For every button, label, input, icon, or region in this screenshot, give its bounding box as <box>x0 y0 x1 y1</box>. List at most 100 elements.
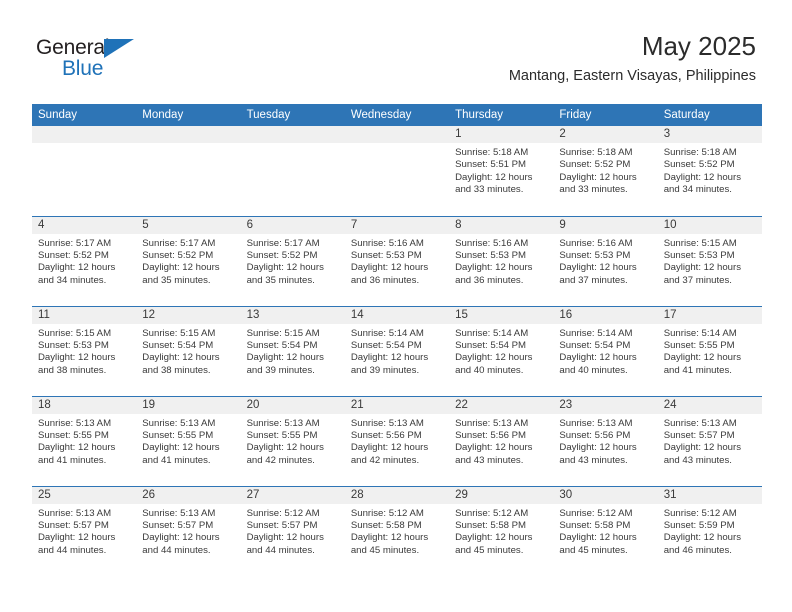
sunrise-time: Sunrise: 5:12 AM <box>663 507 737 519</box>
day-details: Sunrise: 5:12 AM Sunset: 5:58 PM Daylight:… <box>449 504 553 558</box>
sunset-time: Sunset: 5:55 PM <box>142 429 214 441</box>
calendar-day-cell[interactable]: 12 Sunrise: 5:15 AM Sunset: 5:54 PM Dayligh… <box>136 305 241 396</box>
sunset-time: Sunset: 5:53 PM <box>350 249 422 261</box>
day-number: 7 <box>344 216 450 234</box>
calendar-day-cell[interactable]: 8 Sunrise: 5:16 AM Sunset: 5:53 PM Daylight… <box>449 215 554 306</box>
sunset-time: Sunset: 5:57 PM <box>38 519 109 531</box>
sunrise-time: Sunrise: 5:15 AM <box>246 327 320 339</box>
daylight-duration-line1: Daylight: 12 hours <box>663 171 742 183</box>
sunrise-time: Sunrise: 5:13 AM <box>38 417 112 429</box>
day-details: Sunrise: 5:13 AM Sunset: 5:55 PM Daylight:… <box>241 414 345 468</box>
day-details: Sunrise: 5:16 AM Sunset: 5:53 PM Daylight:… <box>449 234 553 288</box>
calendar-day-cell[interactable]: 7 Sunrise: 5:16 AM Sunset: 5:53 PM Daylight… <box>344 215 450 306</box>
calendar-week-row: 1 Sunrise: 5:18 AM Sunset: 5:51 PM Daylight… <box>32 126 762 216</box>
sunset-time: Sunset: 5:52 PM <box>559 159 631 171</box>
day-details: Sunrise: 5:13 AM Sunset: 5:56 PM Daylight:… <box>449 414 553 468</box>
day-number: 9 <box>553 216 658 234</box>
day-number <box>136 126 241 143</box>
calendar-day-cell[interactable]: 11 Sunrise: 5:15 AM Sunset: 5:53 PM Dayligh… <box>32 305 137 396</box>
calendar-day-cell[interactable]: 16 Sunrise: 5:14 AM Sunset: 5:54 PM Dayligh… <box>553 305 658 396</box>
daylight-duration-line1: Daylight: 12 hours <box>38 262 116 274</box>
title-block: May 2025 Mantang, Eastern Visayas, Phili… <box>509 30 756 85</box>
calendar-day-cell[interactable]: 30 Sunrise: 5:12 AM Sunset: 5:58 PM Dayligh… <box>553 485 658 576</box>
sunset-time: Sunset: 5:59 PM <box>663 519 735 531</box>
daylight-duration-line1: Daylight: 12 hours <box>142 262 220 274</box>
day-number: 8 <box>449 216 554 234</box>
day-details: Sunrise: 5:12 AM Sunset: 5:58 PM Daylight:… <box>345 504 449 558</box>
daylight-duration-line2: and 43 minutes. <box>663 454 732 466</box>
sunrise-time: Sunrise: 5:16 AM <box>559 237 633 249</box>
sunset-time: Sunset: 5:54 PM <box>455 339 527 351</box>
day-number: 12 <box>136 306 241 324</box>
calendar-day-cell[interactable]: 4 Sunrise: 5:17 AM Sunset: 5:52 PM Daylight… <box>32 215 137 306</box>
day-details: Sunrise: 5:15 AM Sunset: 5:53 PM Daylight:… <box>32 324 136 378</box>
calendar-day-cell[interactable]: 21 Sunrise: 5:13 AM Sunset: 5:56 PM Dayligh… <box>344 395 450 486</box>
daylight-duration-line1: Daylight: 12 hours <box>663 352 742 364</box>
calendar-day-cell[interactable]: 15 Sunrise: 5:14 AM Sunset: 5:54 PM Dayligh… <box>449 305 554 396</box>
calendar-day-cell[interactable]: 25 Sunrise: 5:13 AM Sunset: 5:57 PM Dayligh… <box>32 485 137 576</box>
day-details: Sunrise: 5:13 AM Sunset: 5:57 PM Daylight:… <box>32 504 136 558</box>
day-details: Sunrise: 5:13 AM Sunset: 5:57 PM Daylight:… <box>658 414 762 468</box>
calendar-day-cell[interactable]: 14 Sunrise: 5:14 AM Sunset: 5:54 PM Dayligh… <box>344 305 450 396</box>
calendar-week-row: 25 Sunrise: 5:13 AM Sunset: 5:57 PM Dayligh… <box>32 485 762 576</box>
day-number: 31 <box>657 486 762 504</box>
calendar-day-cell[interactable]: 27 Sunrise: 5:12 AM Sunset: 5:57 PM Dayligh… <box>240 485 345 576</box>
sunset-time: Sunset: 5:54 PM <box>142 339 214 351</box>
calendar-day-cell[interactable]: 20 Sunrise: 5:13 AM Sunset: 5:55 PM Dayligh… <box>240 395 345 486</box>
sunrise-time: Sunrise: 5:18 AM <box>455 147 529 158</box>
calendar-day-cell[interactable]: 10 Sunrise: 5:15 AM Sunset: 5:53 PM Dayligh… <box>657 215 762 306</box>
daylight-duration-line2: and 35 minutes. <box>142 274 211 286</box>
daylight-duration-line1: Daylight: 12 hours <box>663 442 742 454</box>
sunrise-time: Sunrise: 5:13 AM <box>350 417 424 429</box>
calendar-day-cell[interactable]: 24 Sunrise: 5:13 AM Sunset: 5:57 PM Dayligh… <box>657 395 762 486</box>
day-details: Sunrise: 5:16 AM Sunset: 5:53 PM Daylight:… <box>553 234 657 288</box>
day-details: Sunrise: 5:12 AM Sunset: 5:57 PM Daylight:… <box>241 504 345 558</box>
generalblue-logo[interactable]: General Blue <box>36 36 166 86</box>
logo-text-blue: Blue <box>62 57 104 80</box>
calendar-day-cell-empty <box>32 126 137 216</box>
calendar-day-cell[interactable]: 9 Sunrise: 5:16 AM Sunset: 5:53 PM Daylight… <box>553 215 658 306</box>
sunset-time: Sunset: 5:54 PM <box>350 339 422 351</box>
calendar-day-cell[interactable]: 28 Sunrise: 5:12 AM Sunset: 5:58 PM Dayligh… <box>344 485 450 576</box>
calendar-day-cell[interactable]: 6 Sunrise: 5:17 AM Sunset: 5:52 PM Daylight… <box>240 215 345 306</box>
sunset-time: Sunset: 5:53 PM <box>455 249 527 261</box>
calendar-day-cell[interactable]: 23 Sunrise: 5:13 AM Sunset: 5:56 PM Dayligh… <box>553 395 658 486</box>
day-number: 11 <box>32 306 137 324</box>
sunrise-time: Sunrise: 5:13 AM <box>142 507 216 519</box>
calendar-day-cell[interactable]: 3 Sunrise: 5:18 AM Sunset: 5:52 PM Daylight… <box>657 126 762 216</box>
weekday-header-monday: Monday <box>136 104 241 126</box>
sunset-time: Sunset: 5:55 PM <box>38 429 109 441</box>
daylight-duration-line2: and 34 minutes. <box>663 184 732 196</box>
daylight-duration-line2: and 40 minutes. <box>455 364 524 376</box>
day-number: 2 <box>553 126 658 143</box>
daylight-duration-line1: Daylight: 12 hours <box>142 532 220 544</box>
calendar-day-cell[interactable]: 29 Sunrise: 5:12 AM Sunset: 5:58 PM Dayligh… <box>449 485 554 576</box>
calendar-day-cell[interactable]: 19 Sunrise: 5:13 AM Sunset: 5:55 PM Dayligh… <box>136 395 241 486</box>
daylight-duration-line2: and 41 minutes. <box>38 454 107 466</box>
daylight-duration-line2: and 33 minutes. <box>559 184 628 196</box>
calendar-day-cell[interactable]: 13 Sunrise: 5:15 AM Sunset: 5:54 PM Dayligh… <box>240 305 345 396</box>
calendar-day-cell[interactable]: 18 Sunrise: 5:13 AM Sunset: 5:55 PM Dayligh… <box>32 395 137 486</box>
daylight-duration-line1: Daylight: 12 hours <box>559 262 637 274</box>
calendar-day-cell[interactable]: 17 Sunrise: 5:14 AM Sunset: 5:55 PM Dayligh… <box>657 305 762 396</box>
calendar-day-cell[interactable]: 1 Sunrise: 5:18 AM Sunset: 5:51 PM Daylight… <box>449 126 554 216</box>
daylight-duration-line1: Daylight: 12 hours <box>663 262 742 274</box>
day-number: 20 <box>240 396 345 414</box>
calendar-day-cell[interactable]: 5 Sunrise: 5:17 AM Sunset: 5:52 PM Daylight… <box>136 215 241 306</box>
page-title: May 2025 <box>641 31 756 61</box>
calendar-day-cell[interactable]: 2 Sunrise: 5:18 AM Sunset: 5:52 PM Daylight… <box>553 126 658 216</box>
daylight-duration-line2: and 45 minutes. <box>455 544 524 556</box>
daylight-duration-line2: and 36 minutes. <box>455 274 524 286</box>
day-details: Sunrise: 5:13 AM Sunset: 5:55 PM Daylight:… <box>32 414 136 468</box>
day-number <box>240 126 345 143</box>
day-number: 4 <box>32 216 137 234</box>
daylight-duration-line1: Daylight: 12 hours <box>38 532 116 544</box>
weekday-header-sunday: Sunday <box>32 104 137 126</box>
calendar-day-cell[interactable]: 26 Sunrise: 5:13 AM Sunset: 5:57 PM Dayligh… <box>136 485 241 576</box>
daylight-duration-line2: and 40 minutes. <box>559 364 628 376</box>
daylight-duration-line1: Daylight: 12 hours <box>559 352 637 364</box>
day-number: 30 <box>553 486 658 504</box>
calendar-day-cell[interactable]: 22 Sunrise: 5:13 AM Sunset: 5:56 PM Dayligh… <box>449 395 554 486</box>
day-details: Sunrise: 5:14 AM Sunset: 5:54 PM Daylight:… <box>553 324 657 378</box>
calendar-day-cell[interactable]: 31 Sunrise: 5:12 AM Sunset: 5:59 PM Dayligh… <box>657 485 762 576</box>
